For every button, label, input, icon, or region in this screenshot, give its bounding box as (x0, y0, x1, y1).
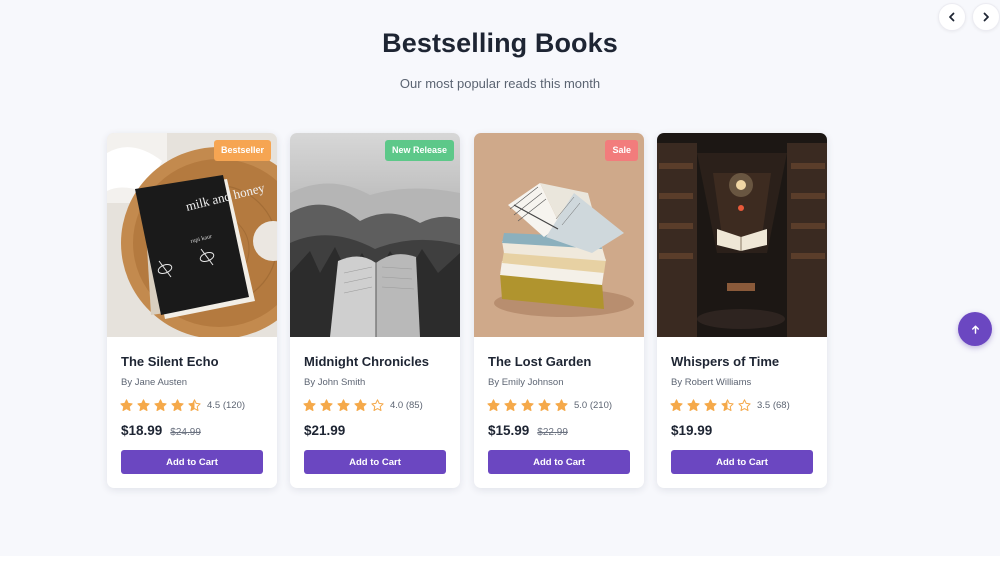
star-full-icon (538, 398, 551, 411)
book-cover-image[interactable]: Sale (474, 133, 644, 337)
price-row: $19.99 (671, 423, 712, 438)
chevron-right-icon (983, 12, 989, 22)
book-author: By Emily Johnson (488, 377, 564, 388)
add-to-cart-button[interactable]: Add to Cart (121, 450, 263, 474)
book-card: Sale The Lost Garden By Emily Johnson 5.… (474, 133, 644, 488)
book-cover-image[interactable]: New Release (290, 133, 460, 337)
book-cover-image[interactable] (657, 133, 827, 337)
arrow-up-icon (971, 325, 979, 334)
star-full-icon (670, 398, 683, 411)
page-title: Bestselling Books (382, 28, 618, 58)
book-card: New Release Midnight Chronicles By John … (290, 133, 460, 488)
star-rating (670, 398, 755, 412)
star-full-icon (504, 398, 517, 411)
rating-text: 4.0 (85) (390, 399, 423, 411)
bestseller-badge: Bestseller (213, 140, 271, 161)
star-full-icon (555, 398, 568, 411)
rating-text: 4.5 (120) (207, 399, 246, 411)
book-title[interactable]: Whispers of Time (671, 354, 779, 369)
star-rating (120, 398, 205, 412)
price: $18.99 (121, 423, 163, 438)
book-title[interactable]: The Lost Garden (488, 354, 591, 369)
price: $15.99 (488, 423, 530, 438)
book-author: By Jane Austen (121, 377, 188, 388)
rating-text: 5.0 (210) (574, 399, 613, 411)
rating: 4.5 (120) (120, 398, 245, 412)
price: $21.99 (304, 423, 346, 438)
star-full-icon (303, 398, 316, 411)
star-full-icon (337, 398, 350, 411)
star-rating (303, 398, 388, 412)
rating-text: 3.5 (68) (757, 399, 790, 411)
star-full-icon (154, 398, 167, 411)
add-to-cart-button[interactable]: Add to Cart (488, 450, 630, 474)
rating: 3.5 (68) (670, 398, 790, 412)
book-author: By John Smith (304, 377, 366, 388)
new-release-badge: New Release (384, 140, 454, 161)
footer-strip (0, 556, 1000, 572)
rating: 5.0 (210) (487, 398, 612, 412)
book-title[interactable]: The Silent Echo (121, 354, 219, 369)
star-empty-icon (738, 398, 751, 411)
price: $19.99 (671, 423, 713, 438)
book-card: Whispers of Time By Robert Williams 3.5 … (657, 133, 827, 488)
page-subtitle: Our most popular reads this month (399, 76, 601, 91)
book-title[interactable]: Midnight Chronicles (304, 354, 429, 369)
price-row: $21.99 (304, 423, 345, 438)
add-to-cart-button[interactable]: Add to Cart (671, 450, 813, 474)
star-empty-icon (371, 398, 384, 411)
chevron-left-icon (949, 12, 955, 22)
book-cover-image[interactable]: milk and honey rupi kaur Bestseller (107, 133, 277, 337)
star-half-icon (721, 398, 734, 411)
old-price: $24.99 (170, 427, 201, 438)
star-full-icon (487, 398, 500, 411)
sale-badge: Sale (605, 140, 638, 161)
star-half-icon (188, 398, 201, 411)
star-rating (487, 398, 572, 412)
price-row: $15.99 $22.99 (488, 423, 568, 438)
star-full-icon (704, 398, 717, 411)
carousel-prev-button[interactable] (938, 3, 966, 31)
star-full-icon (320, 398, 333, 411)
book-author: By Robert Williams (671, 377, 752, 388)
add-to-cart-button[interactable]: Add to Cart (304, 450, 446, 474)
star-full-icon (120, 398, 133, 411)
star-full-icon (137, 398, 150, 411)
star-full-icon (521, 398, 534, 411)
carousel-next-button[interactable] (972, 3, 1000, 31)
star-full-icon (171, 398, 184, 411)
book-card: milk and honey rupi kaur Bestseller The … (107, 133, 277, 488)
rating: 4.0 (85) (303, 398, 423, 412)
star-full-icon (354, 398, 367, 411)
price-row: $18.99 $24.99 (121, 423, 201, 438)
star-full-icon (687, 398, 700, 411)
old-price: $22.99 (537, 427, 568, 438)
scroll-to-top-button[interactable] (958, 312, 992, 346)
